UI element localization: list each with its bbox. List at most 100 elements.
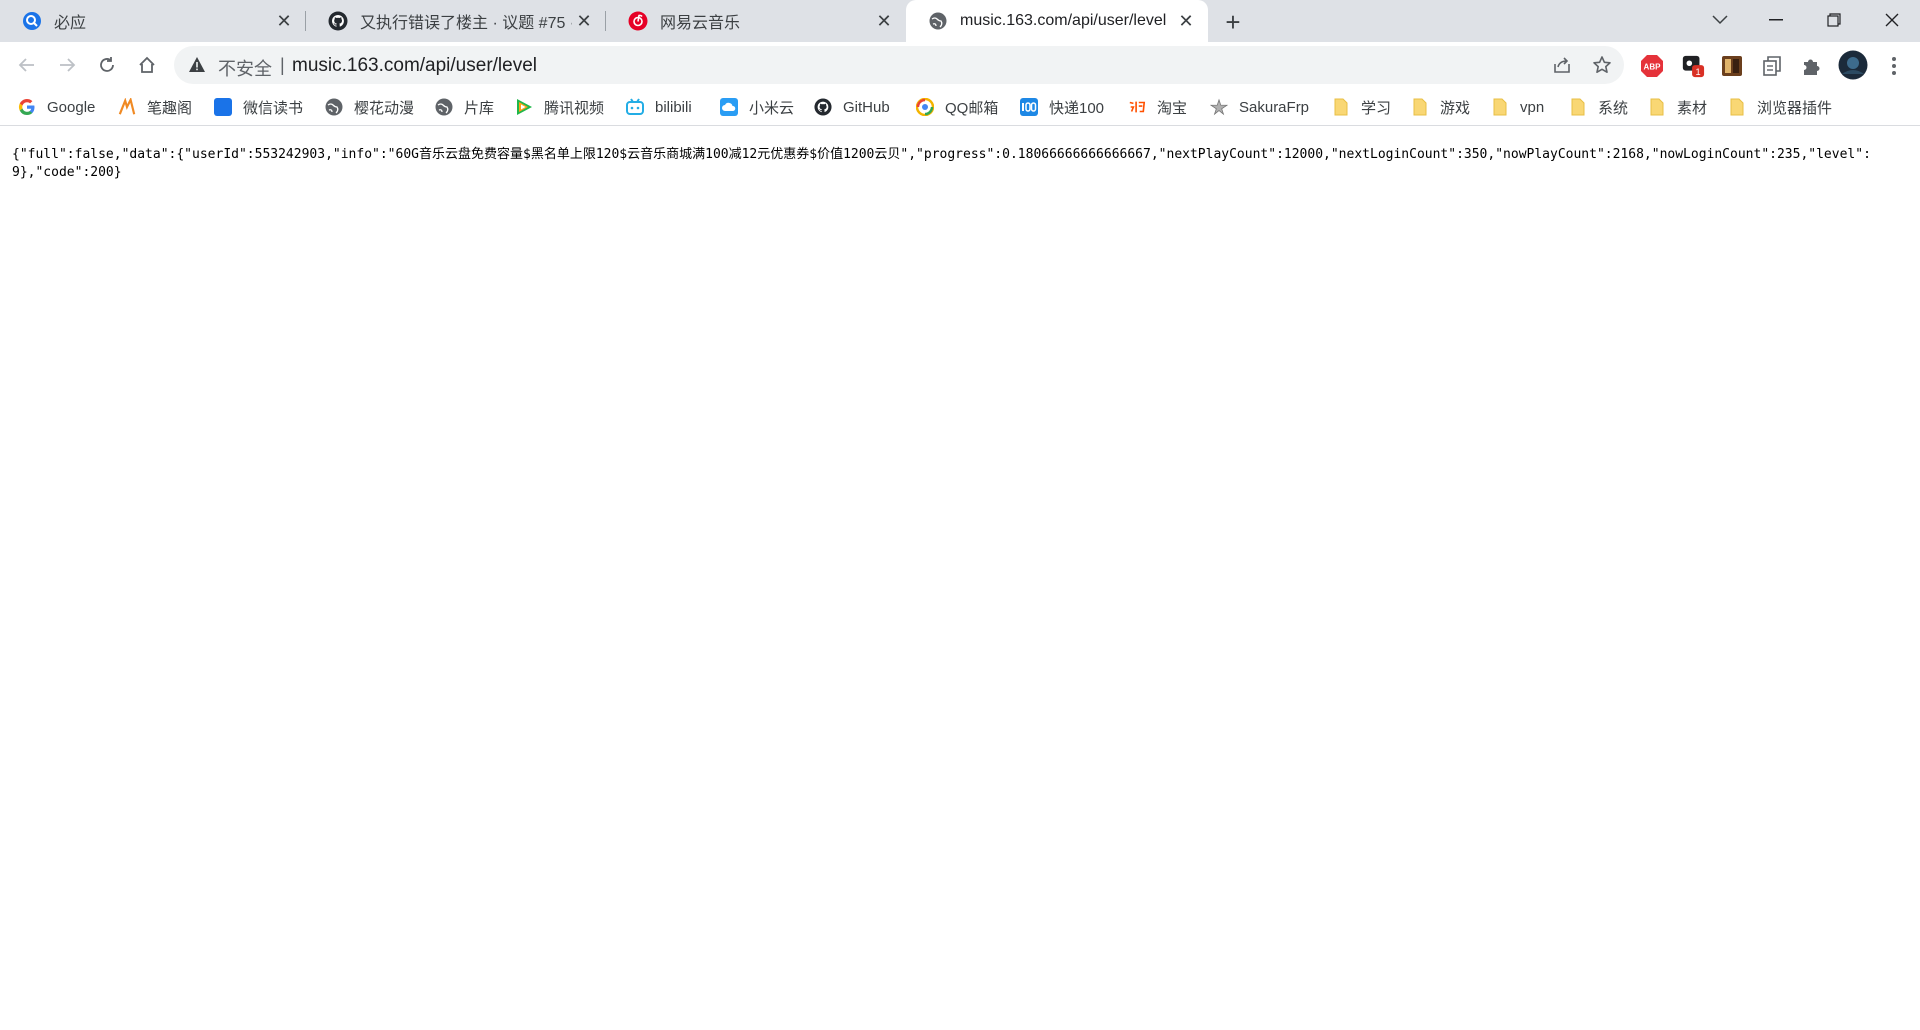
bookmark-label: 微信读书 [243, 99, 304, 117]
weread-icon [214, 98, 232, 116]
tab-netease-music[interactable]: 网易云音乐 ✕ [606, 0, 906, 42]
bookmark-folder-system[interactable]: 系统 [1569, 96, 1628, 118]
extension-badge-icon[interactable]: 1 [1681, 54, 1705, 78]
close-icon[interactable]: ✕ [272, 9, 296, 33]
profile-avatar[interactable] [1838, 50, 1868, 80]
browser-menu-icon[interactable] [1882, 54, 1906, 78]
warning-icon[interactable] [188, 56, 206, 74]
bookmark-folder-vpn[interactable]: vpn [1491, 96, 1544, 118]
tab-github-issue[interactable]: 又执行错误了楼主 · 议题 #75 · cl ✕ [306, 0, 606, 42]
github-icon [328, 11, 348, 31]
bookmark-label: QQ邮箱 [945, 99, 999, 117]
bookmark-xiaomi-cloud[interactable]: 小米云 [720, 96, 794, 118]
qq-mail-icon [916, 98, 934, 116]
bookmark-kuaidi100[interactable]: 快递100 [1020, 96, 1104, 118]
bookmark-label: GitHub [843, 98, 890, 116]
security-separator: | [280, 55, 285, 75]
bookmark-label: 小米云 [749, 99, 795, 117]
url-text[interactable]: music.163.com/api/user/level [292, 55, 537, 77]
bookmark-weread[interactable]: 微信读书 [214, 96, 303, 118]
new-tab-button[interactable]: + [1220, 9, 1246, 35]
sakurafrp-icon [1210, 98, 1228, 116]
back-button[interactable] [9, 47, 45, 83]
xiaomi-cloud-icon [720, 98, 738, 116]
tab-strip: 必应 ✕ 又执行错误了楼主 · 议题 #75 · cl ✕ 网易云音乐 ✕ mu… [0, 0, 1920, 42]
reload-button[interactable] [89, 47, 125, 83]
tab-search-chevron-icon[interactable] [1692, 0, 1748, 40]
taobao-icon [1128, 98, 1146, 116]
bookmark-yinghua[interactable]: 樱花动漫 [325, 96, 414, 118]
folder-icon [1569, 98, 1587, 116]
bookmark-label: 笔趣阁 [147, 99, 193, 117]
bookmark-taobao[interactable]: 淘宝 [1128, 96, 1187, 118]
globe-icon [325, 98, 343, 116]
bookmark-sakurafrp[interactable]: SakuraFrp [1210, 96, 1309, 118]
json-response-text: {"full":false,"data":{"userId":553242903… [12, 147, 1871, 180]
close-icon[interactable]: ✕ [1174, 9, 1198, 33]
tab-title: music.163.com/api/user/level [960, 12, 1167, 29]
browser-toolbar: 不安全 | music.163.com/api/user/level ABP 1 [0, 42, 1920, 88]
tab-user-level[interactable]: music.163.com/api/user/level ✕ [906, 0, 1208, 42]
bookmark-label: 淘宝 [1157, 99, 1188, 117]
folder-icon [1491, 98, 1509, 116]
abp-label: ABP [1644, 63, 1662, 72]
tab-title: 又执行错误了楼主 · 议题 #75 · cl [360, 15, 572, 32]
globe-icon [435, 98, 453, 116]
adblock-plus-icon[interactable]: ABP [1640, 54, 1664, 78]
bilibili-icon [626, 98, 644, 116]
home-button[interactable] [129, 47, 165, 83]
close-window-button[interactable] [1864, 0, 1920, 40]
restore-button[interactable] [1806, 0, 1862, 40]
reading-list-icon[interactable] [1760, 54, 1784, 78]
bookmark-folder-study[interactable]: 学习 [1332, 96, 1391, 118]
bookmark-bilibili[interactable]: bilibili [626, 96, 692, 118]
netease-music-icon [628, 11, 648, 31]
tab-title: 必应 [54, 15, 87, 32]
bookmark-label: 快递100 [1049, 99, 1105, 117]
bookmark-qq-mail[interactable]: QQ邮箱 [916, 96, 998, 118]
bookmark-label: SakuraFrp [1239, 98, 1310, 116]
bookmarks-bar: Google 笔趣阁 微信读书 樱花动漫 片库 腾讯视频 bilibili 小米… [0, 88, 1920, 126]
biquge-icon [118, 98, 136, 116]
bookmark-label: 系统 [1598, 99, 1629, 117]
folder-icon [1648, 98, 1666, 116]
bookmark-label: bilibili [655, 98, 692, 116]
google-icon [18, 98, 36, 116]
kuaidi100-icon [1020, 98, 1038, 116]
folder-icon [1411, 98, 1429, 116]
bookmark-tencent-video[interactable]: 腾讯视频 [515, 96, 604, 118]
extension-badge-count: 1 [1696, 67, 1701, 77]
forward-button[interactable] [49, 47, 85, 83]
address-bar[interactable]: 不安全 | music.163.com/api/user/level [174, 46, 1624, 84]
extensions-puzzle-icon[interactable] [1800, 54, 1824, 78]
bookmark-pianku[interactable]: 片库 [435, 96, 494, 118]
share-icon[interactable] [1552, 55, 1572, 75]
bookmark-label: 片库 [464, 99, 495, 117]
close-icon[interactable]: ✕ [572, 9, 596, 33]
bookmark-folder-games[interactable]: 游戏 [1411, 96, 1470, 118]
bookmark-label: 素材 [1677, 99, 1708, 117]
security-status-label[interactable]: 不安全 [218, 55, 272, 81]
image-extension-icon[interactable] [1720, 54, 1744, 78]
tencent-video-icon [515, 98, 533, 116]
bookmark-label: 学习 [1361, 99, 1392, 117]
folder-icon [1728, 98, 1746, 116]
bookmark-github[interactable]: GitHub [814, 96, 890, 118]
bing-search-icon [22, 11, 42, 31]
bookmark-label: Google [47, 98, 96, 116]
folder-icon [1332, 98, 1350, 116]
tab-bing[interactable]: 必应 ✕ [0, 0, 306, 42]
close-icon[interactable]: ✕ [872, 9, 896, 33]
bookmark-biquge[interactable]: 笔趣阁 [118, 96, 192, 118]
bookmark-star-icon[interactable] [1592, 55, 1612, 75]
globe-icon [928, 11, 948, 31]
bookmark-label: 腾讯视频 [544, 99, 605, 117]
bookmark-label: 游戏 [1440, 99, 1471, 117]
bookmark-label: vpn [1520, 98, 1545, 116]
bookmark-google[interactable]: Google [18, 96, 95, 118]
bookmark-folder-materials[interactable]: 素材 [1648, 96, 1707, 118]
bookmark-label: 浏览器插件 [1757, 99, 1833, 117]
bookmark-label: 樱花动漫 [354, 99, 415, 117]
minimize-button[interactable] [1748, 0, 1804, 40]
bookmark-folder-browser-plugins[interactable]: 浏览器插件 [1728, 96, 1832, 118]
